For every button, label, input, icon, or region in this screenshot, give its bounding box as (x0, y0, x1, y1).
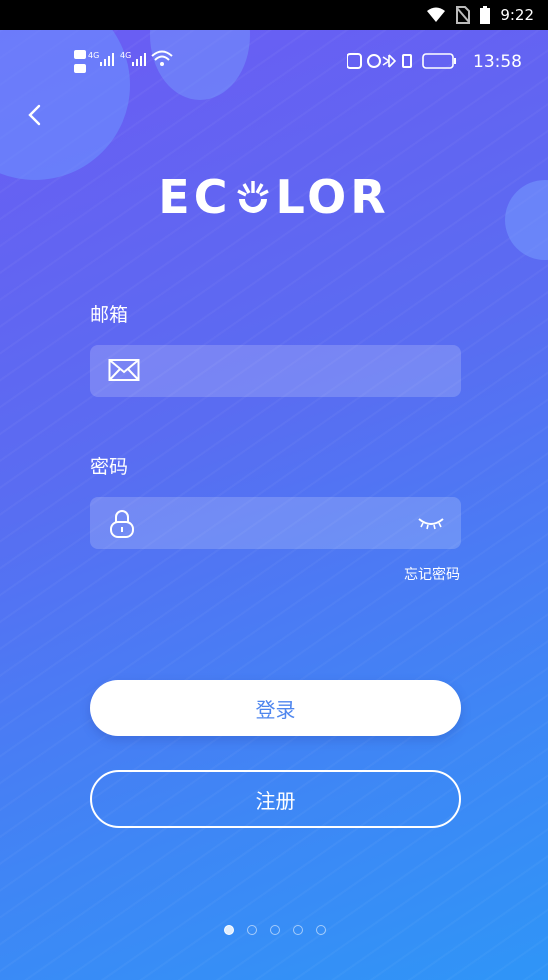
mail-icon (108, 357, 140, 387)
password-field[interactable] (90, 497, 461, 549)
password-label: 密码 (90, 456, 129, 478)
svg-text:4G: 4G (88, 51, 99, 60)
page-indicator (224, 925, 326, 935)
page-dot[interactable] (293, 925, 303, 935)
ecolor-logo: EC LOR (158, 170, 390, 224)
email-field[interactable] (90, 345, 461, 397)
email-label: 邮箱 (90, 304, 129, 326)
password-input[interactable] (154, 497, 404, 549)
system-clock: 9:22 (500, 6, 534, 24)
login-screen: 4G 4G 100 13 (0, 30, 548, 980)
inner-clock: 13:58 (473, 52, 522, 72)
lock-icon (108, 509, 136, 543)
battery-icon (480, 6, 491, 24)
system-status-bar: 9:22 (0, 0, 548, 30)
eye-closed-icon[interactable] (417, 515, 445, 534)
chevron-left-icon (28, 104, 41, 126)
network-indicators: 4G 4G (74, 48, 194, 82)
wifi-icon (426, 7, 446, 23)
inner-status-bar: 4G 4G 100 13 (0, 48, 548, 76)
page-dot[interactable] (316, 925, 326, 935)
page-dot[interactable] (247, 925, 257, 935)
no-sim-icon (456, 6, 471, 24)
status-indicators: 100 13:58 (347, 52, 522, 72)
back-button[interactable] (22, 102, 48, 128)
status-icons (347, 53, 456, 69)
login-button[interactable]: 登录 (90, 680, 461, 736)
logo-sun-icon (237, 181, 270, 213)
forgot-password-link[interactable]: 忘记密码 (404, 564, 460, 584)
register-button[interactable]: 注册 (90, 770, 461, 828)
phone-screen: 9:22 4G 4G 13:58 EC LOR 邮箱 密码 忘记密码 登录 注册 (0, 0, 548, 980)
email-input[interactable] (154, 345, 404, 397)
page-dot[interactable] (224, 925, 234, 935)
page-dot[interactable] (270, 925, 280, 935)
signal-icon: 4G 4G (74, 50, 173, 73)
svg-text:4G: 4G (120, 51, 131, 60)
